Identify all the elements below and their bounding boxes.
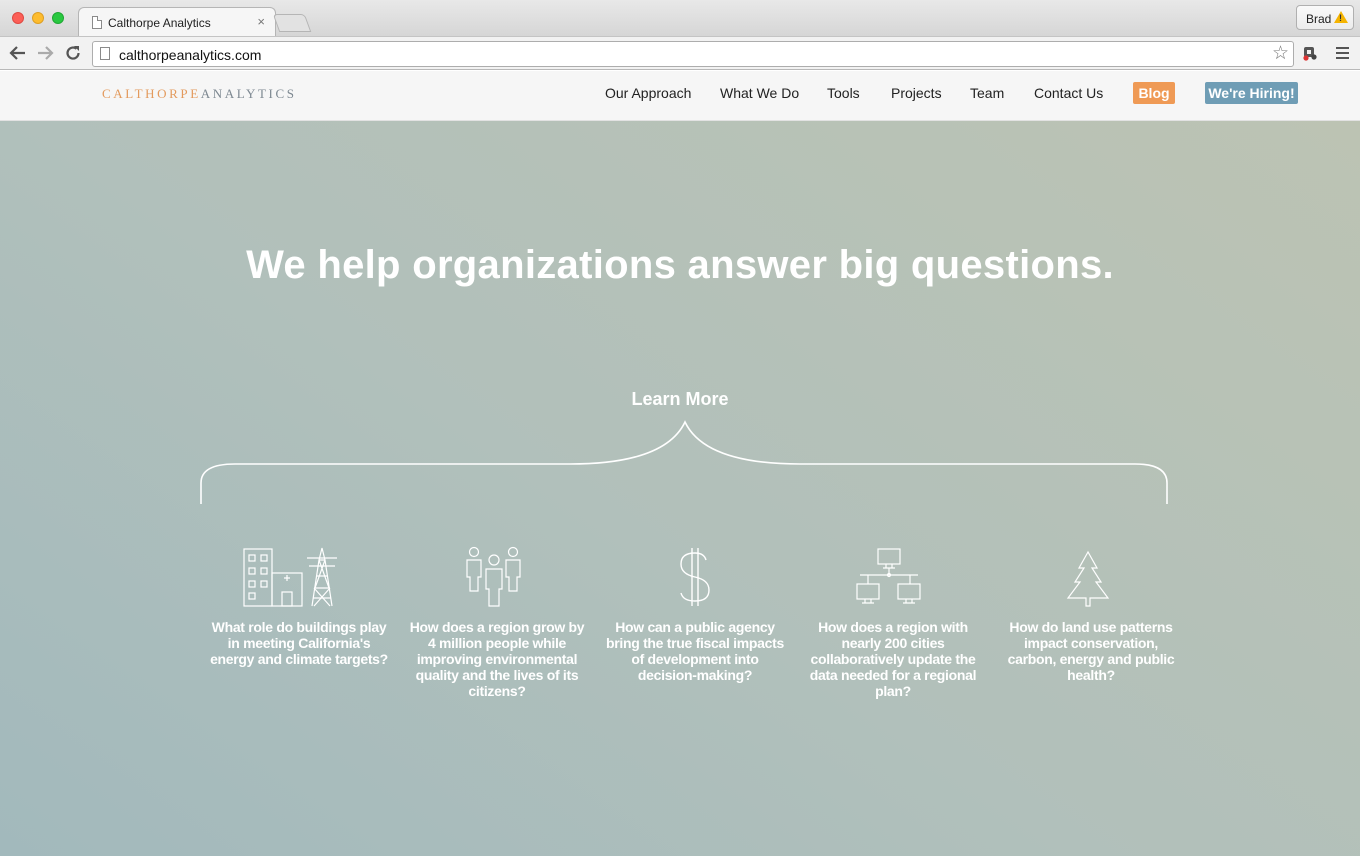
nav-team[interactable]: Team: [970, 85, 1004, 101]
buildings-tower-icon: [243, 547, 337, 607]
new-tab-button[interactable]: [272, 14, 312, 32]
question-text: How does a region grow by 4 million peop…: [409, 619, 585, 699]
question-text: How does a region with nearly 200 cities…: [809, 619, 977, 699]
hero-section: We help organizations answer big questio…: [0, 121, 1360, 856]
minimize-window-button[interactable]: [32, 12, 44, 24]
bookmark-star-icon[interactable]: ☆: [1272, 44, 1289, 64]
people-icon: [466, 546, 521, 607]
chrome-menu-icon[interactable]: [1336, 47, 1349, 59]
tree-icon: [1066, 550, 1110, 607]
logo-word-calthorpe: CALTHORPE: [102, 86, 201, 101]
question-text: How do land use patterns impact conserva…: [1007, 619, 1175, 683]
extension-icon[interactable]: [1302, 45, 1318, 61]
back-arrow-icon[interactable]: [8, 43, 28, 63]
page-icon: [92, 16, 102, 29]
nav-tools[interactable]: Tools: [827, 85, 860, 101]
profile-button[interactable]: Brad: [1296, 5, 1354, 30]
browser-tabstrip: Calthorpe Analytics × Brad: [0, 0, 1360, 36]
logo-word-analytics: ANALYTICS: [200, 86, 297, 101]
close-window-button[interactable]: [12, 12, 24, 24]
nav-blog-button[interactable]: Blog: [1133, 82, 1175, 104]
nav-what-we-do[interactable]: What We Do: [720, 85, 799, 101]
reload-icon[interactable]: [63, 43, 83, 63]
tab-title: Calthorpe Analytics: [108, 16, 211, 30]
nav-projects[interactable]: Projects: [891, 85, 942, 101]
forward-arrow-icon[interactable]: [35, 43, 55, 63]
profile-name: Brad: [1306, 12, 1332, 26]
warning-icon: [1334, 11, 1348, 23]
url-text: calthorpeanalytics.com: [119, 47, 262, 63]
question-text: How can a public agency bring the true f…: [605, 619, 784, 683]
browser-toolbar: calthorpeanalytics.com ☆: [0, 36, 1360, 70]
question-text: What role do buildings play in meeting C…: [210, 619, 388, 667]
address-bar[interactable]: calthorpeanalytics.com ☆: [92, 41, 1294, 67]
nav-hiring-button[interactable]: We're Hiring!: [1205, 82, 1298, 104]
browser-tab-active[interactable]: Calthorpe Analytics ×: [78, 7, 276, 36]
learn-more-link[interactable]: Learn More: [580, 389, 780, 410]
nav-contact-us[interactable]: Contact Us: [1034, 85, 1103, 101]
page-icon: [100, 47, 110, 60]
zoom-window-button[interactable]: [52, 12, 64, 24]
hero-title: We help organizations answer big questio…: [246, 243, 1114, 287]
nav-our-approach[interactable]: Our Approach: [605, 85, 691, 101]
dollar-icon: [680, 548, 710, 606]
curly-brace-divider: [200, 420, 1168, 504]
site-header: CALTHORPEANALYTICS Our Approach What We …: [0, 71, 1360, 121]
network-computers-icon: [856, 548, 921, 604]
tab-close-icon[interactable]: ×: [257, 14, 265, 29]
site-logo[interactable]: CALTHORPEANALYTICS: [102, 86, 297, 102]
